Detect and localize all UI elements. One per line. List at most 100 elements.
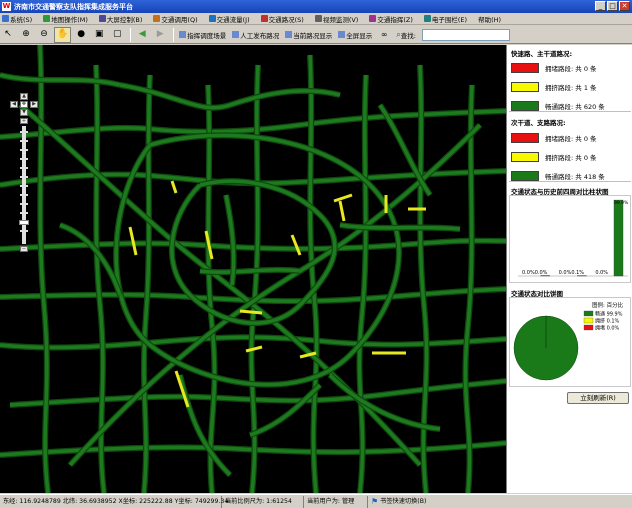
window-title: 济南市交通警察支队指挥集成服务平台 <box>14 2 133 11</box>
pointer-tool[interactable]: ↖ <box>0 27 16 43</box>
title-bar: W 济南市交通警察支队指挥集成服务平台 _ □ ✕ <box>0 0 632 13</box>
menu-item[interactable]: 地图操作(M) <box>41 14 90 24</box>
back-arrow-icon: ◀ <box>138 29 146 39</box>
map-view[interactable]: ▲ ◀ ✥ ▶ ▼ + − <box>0 45 506 493</box>
congested-road-segment[interactable] <box>333 193 353 203</box>
legend-row: 拥堵路段: 共 0 条 <box>511 62 629 74</box>
pie-legend-label: 拥挤 0.1% <box>595 318 620 325</box>
publish-icon <box>232 31 240 38</box>
zoom-in-tool[interactable]: ⊕ <box>18 27 34 43</box>
refresh-tool[interactable]: ▢ <box>109 27 125 43</box>
status-color-swatch <box>511 171 539 181</box>
pan-up-button[interactable]: ▲ <box>20 93 28 100</box>
zoom-out-button[interactable]: − <box>20 246 28 252</box>
app-icon: W <box>2 2 11 11</box>
menu-item[interactable]: 系统(S) <box>0 14 34 24</box>
congested-road-segment[interactable] <box>290 234 302 256</box>
congested-road-segment[interactable] <box>170 180 178 194</box>
screen-icon <box>98 15 106 22</box>
zoom-level-tick <box>20 158 28 160</box>
pan-down-button[interactable]: ▼ <box>20 109 28 116</box>
menu-item[interactable]: 交通路况(S) <box>259 14 306 24</box>
pan-left-button[interactable]: ◀ <box>10 101 18 108</box>
refresh-now-button[interactable]: 立刻刷新(R) <box>567 392 629 404</box>
status-color-swatch <box>511 133 539 143</box>
menu-item[interactable]: 交通流量(J) <box>207 14 252 24</box>
traffic-icon <box>260 15 268 22</box>
pie-legend-label: 拥堵 0.0% <box>595 325 620 332</box>
pan-tool[interactable]: ✋ <box>54 26 72 43</box>
menu-item[interactable]: 帮助(H) <box>476 14 503 24</box>
coordinate-readout: 东经: 116.9248789 北纬: 36.6938952 X坐标: 2252… <box>0 495 228 508</box>
fence-icon <box>423 15 431 22</box>
toolbar-button-label: 人工发布路况 <box>240 31 280 40</box>
publish-button[interactable]: 人工发布路况 <box>230 27 281 43</box>
zoom-level-tick <box>20 176 28 178</box>
congested-road-segment[interactable] <box>239 309 263 315</box>
status-bar: 东经: 116.9248789 北纬: 36.6938952 X坐标: 2252… <box>0 494 632 508</box>
menu-item[interactable]: 电子围栏(E) <box>422 14 469 24</box>
status-color-swatch <box>511 63 539 73</box>
zoom-slider-knob[interactable] <box>19 220 29 225</box>
bar-top-label: 99.9% <box>614 200 629 206</box>
refresh-icon: ▢ <box>112 29 122 39</box>
menu-item-label: 交通调用(Q) <box>161 15 198 24</box>
full-extent-tool[interactable]: ▣ <box>91 27 107 43</box>
status-color-swatch <box>511 152 539 162</box>
status-color-swatch <box>511 82 539 92</box>
bar-data-label: 0.0%0.0% <box>522 270 548 276</box>
pie-legend-swatch <box>583 317 594 324</box>
zoom-level-tick <box>20 230 28 232</box>
road-network <box>0 45 506 493</box>
maximize-button[interactable]: □ <box>607 1 618 11</box>
zoom-control[interactable]: ▲ ◀ ✥ ▶ ▼ + − <box>10 93 38 259</box>
bar-data-label: 0.0%0.1% <box>559 270 585 276</box>
pan-center-button[interactable]: ✥ <box>20 101 28 108</box>
bar-chart-svg: 0.0%0.0% 0.0%0.1% 0.0% 99.9% <box>518 199 629 277</box>
back-button[interactable]: ◀ <box>134 27 150 43</box>
menu-item[interactable]: 交通指挥(Z) <box>367 14 415 24</box>
compare-bar-chart: 0.0%0.0% 0.0%0.1% 0.0% 99.9% <box>509 195 631 283</box>
zoom-level-tick <box>20 149 28 151</box>
menu-item[interactable]: 交通调用(Q) <box>151 14 199 24</box>
binocular-icon: ∞ <box>380 30 388 39</box>
current-button[interactable]: 当前路况显示 <box>283 27 334 43</box>
forward-arrow-icon: ▶ <box>156 29 164 39</box>
binocular-button[interactable]: ∞ <box>376 27 392 43</box>
minimize-button[interactable]: _ <box>595 1 606 11</box>
side-panel: 快速路、主干道路况: 拥堵路段: 共 0 条拥挤路段: 共 1 条畅通路段: 共… <box>506 45 632 493</box>
bookmark-switch[interactable]: ⚑ 书签快速切换(B) <box>368 496 429 508</box>
menu-item-label: 系统(S) <box>10 15 33 24</box>
dispatch-button[interactable]: 指挥调度场景 <box>177 27 228 43</box>
tool-group: ↖ ⊕ ⊖ ✋ ● ▣ ▢ <box>0 26 127 43</box>
bookmark-switch-label: 书签快速切换(B) <box>380 497 427 505</box>
current-user: 当前用户为: 管理 <box>304 495 368 508</box>
legend-text: 拥挤路段: 共 0 条 <box>545 154 597 162</box>
menu-item-label: 大屏控制(B) <box>106 15 143 24</box>
menu-item[interactable]: 大屏控制(B) <box>97 14 145 24</box>
pie-legend-title: 图例: 百分比 <box>592 301 624 309</box>
road-edge <box>58 222 123 296</box>
menu-item-label: 地图操作(M) <box>51 15 88 24</box>
congested-road-segment[interactable] <box>245 345 263 353</box>
close-button[interactable]: ✕ <box>619 1 630 11</box>
congested-road-segment[interactable] <box>338 200 346 222</box>
fullscreen-button[interactable]: 全屏显示 <box>336 27 374 43</box>
menu-item[interactable]: 视频监测(V) <box>313 14 361 24</box>
divider <box>509 181 631 182</box>
road-segment[interactable] <box>178 374 232 477</box>
toolbar: ↖ ⊕ ⊖ ✋ ● ▣ ▢ ◀ ▶ 指挥调度场景 人工发布路况 当前路况显示 全屏显示 ∞ ⌕ 查… <box>0 26 632 44</box>
zoom-out-tool[interactable]: ⊖ <box>36 27 52 43</box>
menu-item-label: 交通流量(J) <box>216 15 250 24</box>
pan-right-button[interactable]: ▶ <box>30 101 38 108</box>
status-color-swatch <box>511 101 539 111</box>
globe-tool[interactable]: ● <box>73 27 89 43</box>
fullscreen-icon <box>338 31 346 38</box>
legend-row: 拥挤路段: 共 0 条 <box>511 151 629 163</box>
legend-text: 拥挤路段: 共 1 条 <box>545 84 597 92</box>
road-segment[interactable] <box>59 223 122 296</box>
forward-button[interactable]: ▶ <box>152 27 168 43</box>
zoom-in-button[interactable]: + <box>20 118 28 124</box>
search-input[interactable] <box>421 28 510 41</box>
legend-text: 拥堵路段: 共 0 条 <box>545 65 597 73</box>
